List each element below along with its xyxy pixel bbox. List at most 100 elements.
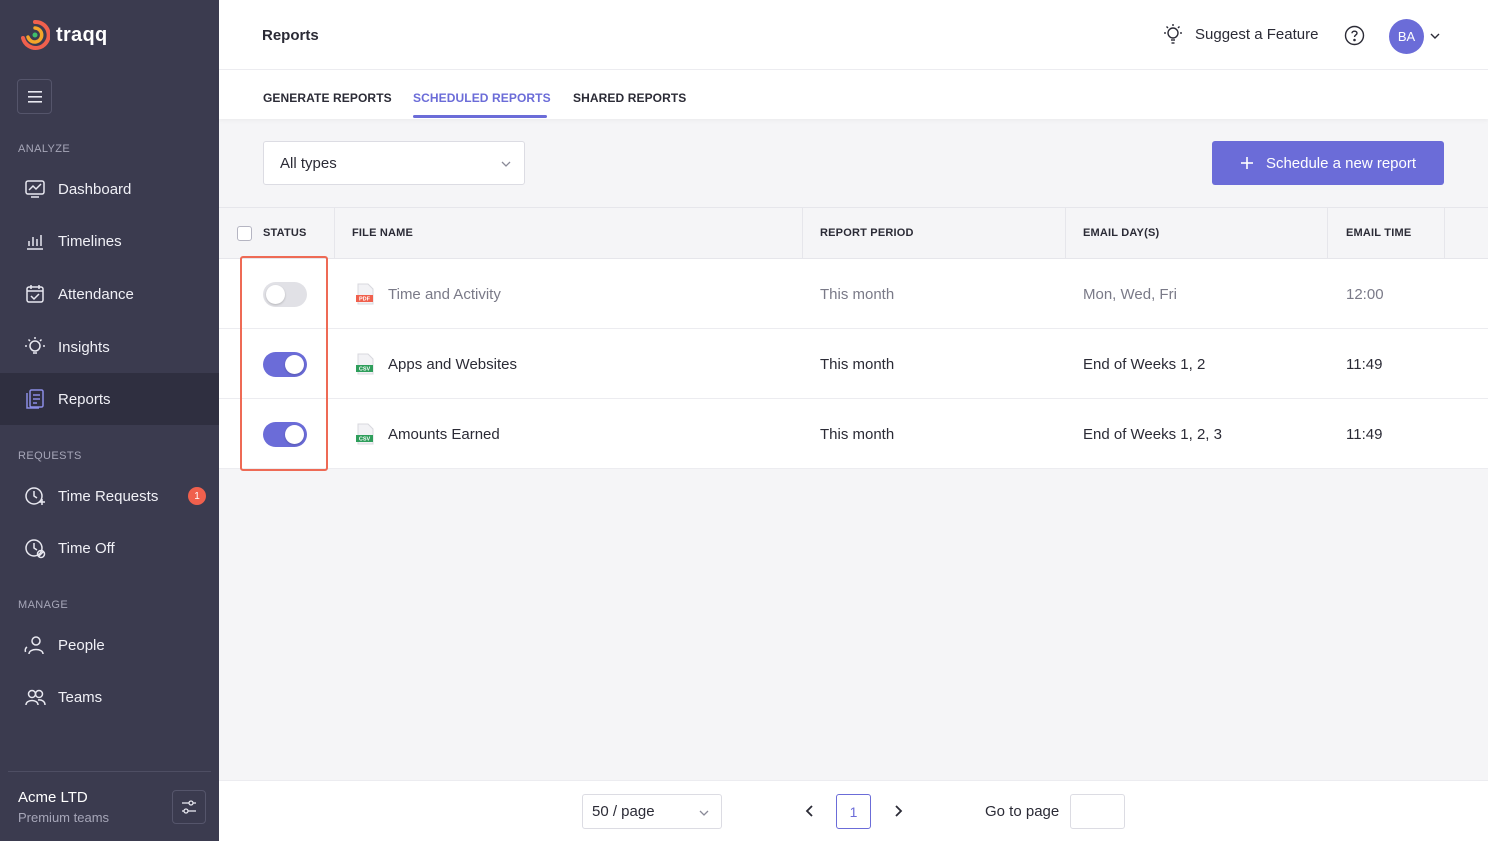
table-row[interactable]: PDF Time and Activity This month Mon, We… xyxy=(219,259,1488,329)
time-off-icon xyxy=(25,539,46,559)
insights-icon xyxy=(25,337,45,354)
email-time: 11:49 xyxy=(1346,356,1383,373)
attendance-icon xyxy=(26,285,44,303)
people-icon xyxy=(24,636,44,655)
brand-logo[interactable]: traqq xyxy=(20,18,108,52)
sidebar: traqq ANALYZE Dashboard Timelines Attend… xyxy=(0,0,219,841)
suggest-feature-button[interactable]: Suggest a Feature xyxy=(1161,22,1318,46)
timelines-icon xyxy=(27,235,43,250)
report-period: This month xyxy=(820,356,895,373)
column-divider xyxy=(802,208,803,259)
report-tabs: GENERATE REPORTS SCHEDULED REPORTS SHARE… xyxy=(219,70,1488,119)
user-avatar[interactable]: BA xyxy=(1389,19,1424,54)
sidebar-item-people[interactable]: People xyxy=(0,619,219,671)
chevron-down-icon xyxy=(699,810,709,816)
svg-text:CSV: CSV xyxy=(359,367,371,373)
report-period: This month xyxy=(820,426,895,443)
table-row[interactable]: CSV Apps and Websites This month End of … xyxy=(219,329,1488,399)
company-name: Acme LTD xyxy=(18,789,88,806)
column-divider xyxy=(334,208,335,259)
tab-generate-reports[interactable]: GENERATE REPORTS xyxy=(263,91,392,105)
sidebar-item-timelines[interactable]: Timelines xyxy=(0,215,219,267)
chevron-down-icon[interactable] xyxy=(1429,30,1441,42)
email-time: 12:00 xyxy=(1346,286,1384,303)
column-divider xyxy=(1065,208,1066,259)
sidebar-item-time-off[interactable]: Time Off xyxy=(0,522,219,574)
section-label-manage: MANAGE xyxy=(18,599,69,611)
csv-file-icon: CSV xyxy=(356,353,374,375)
sidebar-item-label: Timelines xyxy=(58,232,122,250)
sidebar-item-teams[interactable]: Teams xyxy=(0,671,219,723)
sidebar-item-label: Teams xyxy=(58,688,103,706)
time-requests-icon xyxy=(25,487,45,505)
column-header-file-name: FILE NAME xyxy=(352,227,414,239)
email-days: End of Weeks 1, 2 xyxy=(1083,356,1206,373)
report-type-value: All types xyxy=(280,154,337,172)
current-page-button[interactable]: 1 xyxy=(836,794,871,829)
plus-icon xyxy=(1240,157,1253,169)
brand-name: traqq xyxy=(56,23,108,46)
scheduled-reports-table: STATUS FILE NAME REPORT PERIOD EMAIL DAY… xyxy=(219,207,1488,469)
tab-shared-reports[interactable]: SHARED REPORTS xyxy=(573,91,686,105)
section-label-requests: REQUESTS xyxy=(18,450,82,462)
csv-file-icon: CSV xyxy=(356,423,374,445)
sidebar-item-label: Time Off xyxy=(58,539,115,557)
menu-toggle-button[interactable] xyxy=(17,79,52,114)
dashboard-icon xyxy=(25,180,45,198)
column-header-report-period: REPORT PERIOD xyxy=(820,227,914,239)
sidebar-item-label: Insights xyxy=(58,338,110,356)
column-header-email-days: EMAIL DAY(S) xyxy=(1083,227,1160,239)
sidebar-item-label: Reports xyxy=(58,390,111,408)
sidebar-item-label: Attendance xyxy=(58,285,134,303)
page-size-value: 50 / page xyxy=(592,803,655,820)
sidebar-item-label: People xyxy=(58,636,105,654)
svg-text:PDF: PDF xyxy=(359,297,371,303)
column-divider xyxy=(1327,208,1328,259)
report-period: This month xyxy=(820,286,895,303)
email-days: End of Weeks 1, 2, 3 xyxy=(1083,426,1222,443)
help-icon[interactable] xyxy=(1344,25,1365,46)
email-days: Mon, Wed, Fri xyxy=(1083,286,1177,303)
chevron-left-icon[interactable] xyxy=(803,803,817,819)
sidebar-item-reports[interactable]: Reports xyxy=(0,373,219,425)
file-name: Time and Activity xyxy=(388,286,501,303)
reports-icon xyxy=(26,389,44,409)
schedule-new-report-label: Schedule a new report xyxy=(1265,154,1417,172)
chevron-down-icon xyxy=(501,161,511,167)
report-type-select[interactable]: All types xyxy=(263,141,525,185)
svg-text:CSV: CSV xyxy=(359,437,371,443)
pdf-file-icon: PDF xyxy=(356,283,374,305)
section-label-analyze: ANALYZE xyxy=(18,143,71,155)
column-divider xyxy=(1444,208,1445,259)
sidebar-item-attendance[interactable]: Attendance xyxy=(0,268,219,320)
pagination-bar: 50 / page 1 Go to page xyxy=(219,780,1488,841)
tab-scheduled-reports[interactable]: SCHEDULED REPORTS xyxy=(413,91,551,105)
lightbulb-icon xyxy=(1164,24,1182,44)
file-name: Amounts Earned xyxy=(388,426,500,443)
notification-badge: 1 xyxy=(188,487,206,505)
go-to-page-input[interactable] xyxy=(1070,794,1125,829)
select-all-checkbox[interactable] xyxy=(237,226,252,241)
file-name: Apps and Websites xyxy=(388,356,517,373)
suggest-feature-label: Suggest a Feature xyxy=(1195,25,1319,43)
sidebar-item-label: Time Requests xyxy=(58,487,159,505)
teams-icon xyxy=(25,689,46,706)
sliders-icon xyxy=(182,800,196,814)
sidebar-item-dashboard[interactable]: Dashboard xyxy=(0,163,219,215)
active-tab-indicator xyxy=(413,115,547,118)
hamburger-icon xyxy=(27,90,42,103)
column-header-email-time: EMAIL TIME xyxy=(1346,227,1412,239)
sidebar-item-time-requests[interactable]: Time Requests 1 xyxy=(0,470,219,522)
plan-name: Premium teams xyxy=(18,810,110,825)
table-row[interactable]: CSV Amounts Earned This month End of Wee… xyxy=(219,399,1488,469)
page-title: Reports xyxy=(262,27,319,44)
top-header: Reports Suggest a Feature BA xyxy=(219,0,1488,70)
page-size-select[interactable]: 50 / page xyxy=(582,794,722,829)
chevron-right-icon[interactable] xyxy=(891,803,905,819)
sidebar-item-insights[interactable]: Insights xyxy=(0,321,219,373)
column-header-status: STATUS xyxy=(263,227,307,239)
sidebar-item-label: Dashboard xyxy=(58,180,132,198)
schedule-new-report-button[interactable]: Schedule a new report xyxy=(1212,141,1444,185)
traqq-logo-icon xyxy=(21,19,50,50)
settings-button[interactable] xyxy=(172,790,206,824)
